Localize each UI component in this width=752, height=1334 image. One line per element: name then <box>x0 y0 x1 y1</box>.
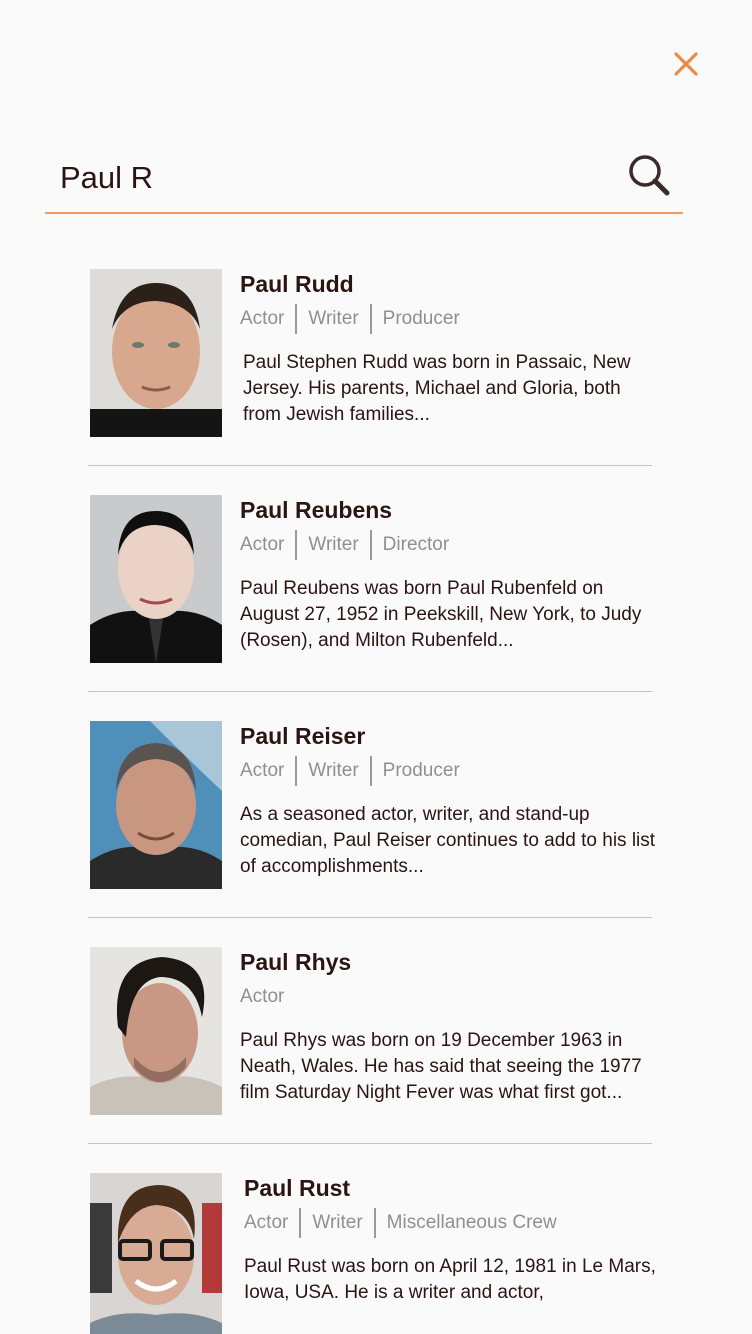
person-name: Paul Rust <box>244 1175 351 1201</box>
close-icon <box>674 52 698 76</box>
person-roles: Actor Writer Producer <box>240 304 660 334</box>
person-photo <box>90 495 222 663</box>
result-item-paul-reubens[interactable]: Paul Reubens Actor Writer Director Paul … <box>88 466 652 692</box>
role-tag: Writer <box>295 530 369 560</box>
role-tag: Actor <box>244 1212 289 1233</box>
role-tag: Miscellaneous Crew <box>373 1208 568 1238</box>
search-icon <box>629 155 670 196</box>
search-results-list: Paul Rudd Actor Writer Producer Paul Ste… <box>88 240 656 1334</box>
role-tag: Producer <box>369 304 471 334</box>
search-button[interactable] <box>626 152 674 200</box>
person-bio: Paul Rhys was born on 19 December 1963 i… <box>240 1030 642 1103</box>
search-bar <box>45 140 683 214</box>
result-info: Paul Rudd Actor Writer Producer Paul Ste… <box>240 270 660 428</box>
person-roles: Actor Writer Director <box>240 530 660 560</box>
person-bio: Paul Stephen Rudd was born in Passaic, N… <box>243 352 631 425</box>
role-tag: Writer <box>299 1208 373 1238</box>
close-button[interactable] <box>668 46 704 82</box>
person-name: Paul Rhys <box>240 949 352 975</box>
role-tag: Actor <box>240 986 285 1007</box>
role-tag: Writer <box>295 304 369 334</box>
person-bio: As a seasoned actor, writer, and stand-u… <box>240 804 656 877</box>
result-info: Paul Rust Actor Writer Miscellaneous Cre… <box>244 1174 664 1306</box>
role-tag: Actor <box>240 760 285 781</box>
person-photo <box>90 1173 222 1334</box>
person-bio: Paul Rust was born on April 12, 1981 in … <box>244 1256 656 1303</box>
result-item-paul-rhys[interactable]: Paul Rhys Actor Paul Rhys was born on 19… <box>88 918 652 1144</box>
result-item-paul-reiser[interactable]: Paul Reiser Actor Writer Producer As a s… <box>88 692 655 918</box>
person-photo <box>90 721 222 889</box>
person-roles: Actor Writer Producer <box>240 756 660 786</box>
role-tag: Director <box>369 530 461 560</box>
result-item-paul-rudd[interactable]: Paul Rudd Actor Writer Producer Paul Ste… <box>88 240 652 466</box>
person-roles: Actor <box>240 982 660 1012</box>
person-name: Paul Reubens <box>240 497 393 523</box>
result-info: Paul Rhys Actor Paul Rhys was born on 19… <box>240 948 660 1106</box>
search-screen: Paul Rudd Actor Writer Producer Paul Ste… <box>0 0 752 1334</box>
result-item-paul-rust[interactable]: Paul Rust Actor Writer Miscellaneous Cre… <box>88 1144 656 1334</box>
result-info: Paul Reubens Actor Writer Director Paul … <box>240 496 660 654</box>
role-tag: Producer <box>369 756 471 786</box>
role-tag: Actor <box>240 308 285 329</box>
person-name: Paul Reiser <box>240 723 366 749</box>
result-info: Paul Reiser Actor Writer Producer As a s… <box>240 722 660 880</box>
person-roles: Actor Writer Miscellaneous Crew <box>244 1208 664 1238</box>
person-name: Paul Rudd <box>240 271 354 297</box>
role-tag: Actor <box>240 534 285 555</box>
person-photo <box>90 947 222 1115</box>
role-tag: Writer <box>295 756 369 786</box>
person-photo <box>90 269 222 437</box>
search-input[interactable] <box>60 154 600 202</box>
person-bio: Paul Reubens was born Paul Rubenfeld on … <box>240 578 642 651</box>
